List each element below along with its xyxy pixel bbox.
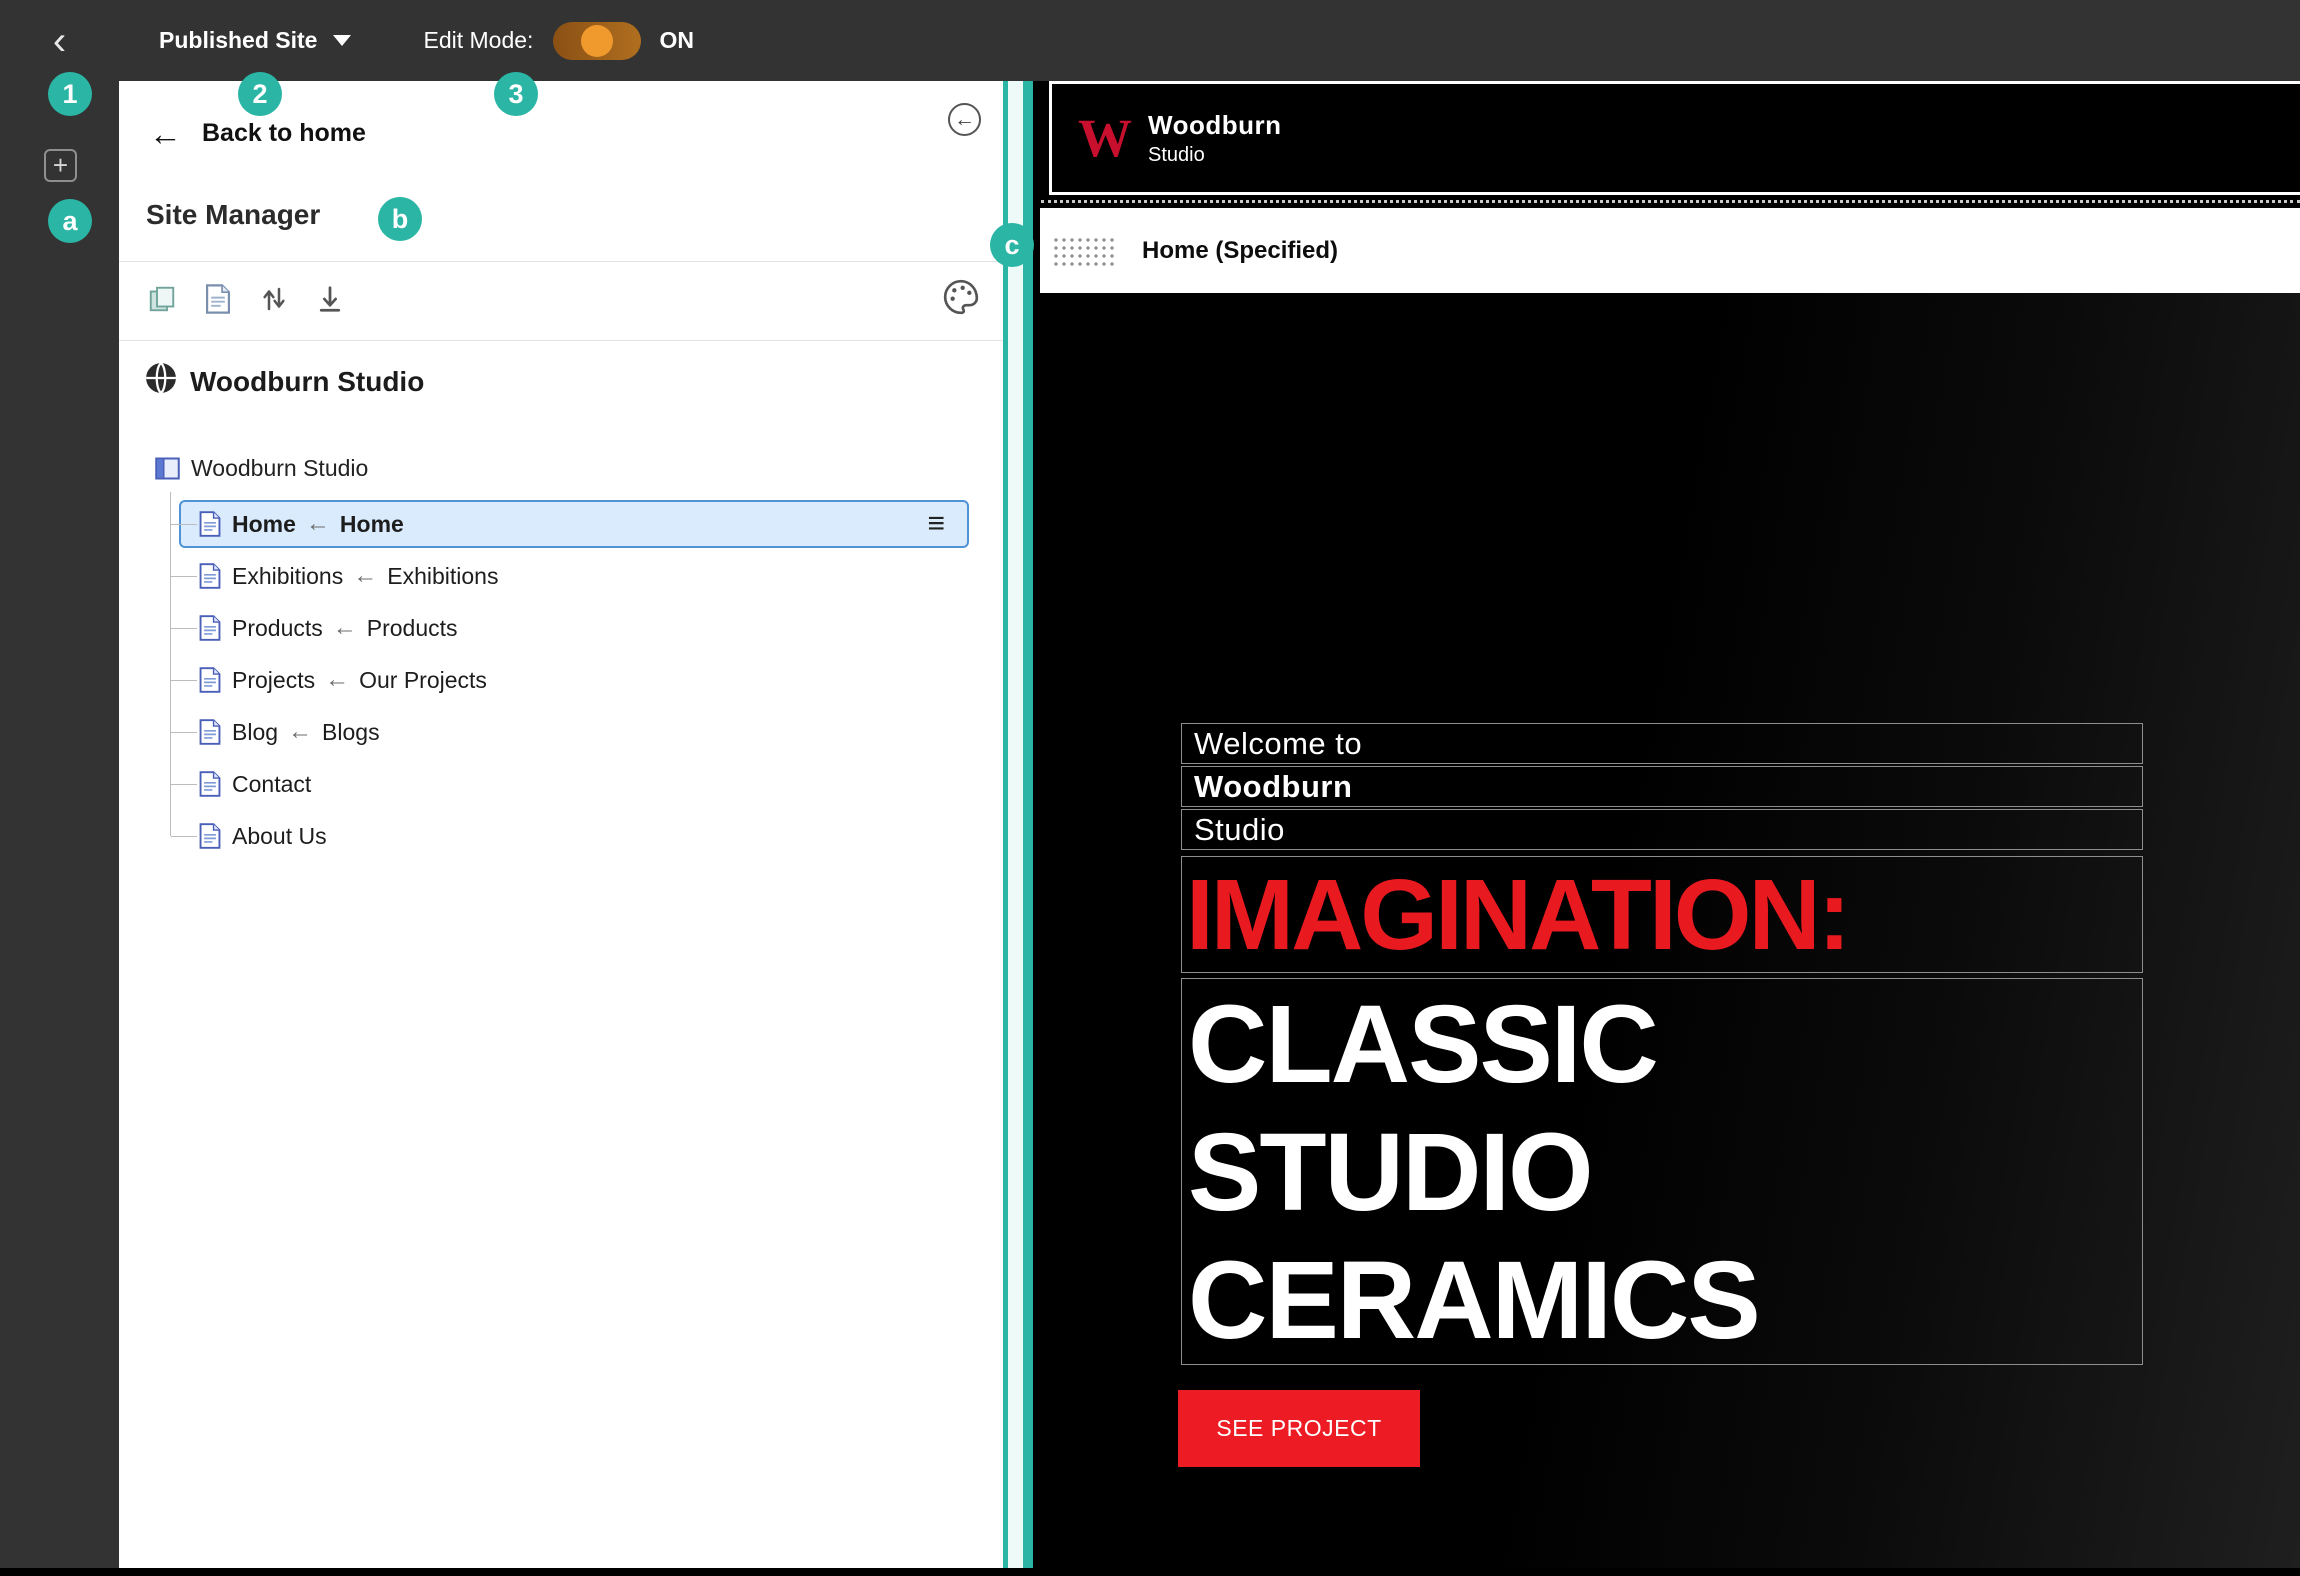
site-logo-sub: Studio <box>1148 143 1205 166</box>
expand-collapse-sort-icon[interactable] <box>257 282 291 316</box>
tree-root[interactable]: Woodburn Studio <box>119 447 1003 489</box>
item-menu-icon[interactable]: ≡ <box>927 509 945 539</box>
globe-icon <box>144 361 178 402</box>
see-project-button[interactable]: SEE PROJECT <box>1178 1390 1420 1467</box>
annotation-badge-2: 2 <box>238 72 282 116</box>
item-label: Products <box>232 614 323 641</box>
page-icon <box>199 719 221 745</box>
left-arrow-icon: ← <box>353 562 378 589</box>
back-to-home-label: Back to home <box>202 119 366 147</box>
theme-palette-icon[interactable] <box>941 277 981 317</box>
item-label: Home <box>232 510 296 537</box>
tree-item-blog[interactable]: Blog ← Blogs <box>119 706 1003 758</box>
item-target: Our Projects <box>359 666 487 693</box>
panel-splitter[interactable] <box>1003 81 1033 1568</box>
site-logo-name: Woodburn <box>1148 109 1282 140</box>
page-tree: Woodburn Studio Home ← Home ≡ Exhibition… <box>119 447 1003 862</box>
page-icon <box>199 563 221 589</box>
divider <box>119 340 1003 341</box>
hero-headline-line3: CERAMICS <box>1188 1239 1761 1362</box>
site-title-row: Woodburn Studio <box>144 361 424 402</box>
tree-item-products[interactable]: Products ← Products <box>119 602 1003 654</box>
item-target: Products <box>366 614 458 641</box>
page-icon <box>199 615 221 641</box>
app-canvas: ‹ Published Site Edit Mode: ON + ← ← Bac… <box>0 0 2300 1576</box>
back-arrow-icon: ← <box>149 115 182 152</box>
hero-headline-line2: STUDIO <box>1188 1111 1594 1234</box>
hero-headline-line1: CLASSIC <box>1188 983 1659 1106</box>
divider <box>119 261 1003 262</box>
tree-item-contact[interactable]: Contact <box>119 758 1003 810</box>
page-icon <box>199 511 221 537</box>
item-target: Blogs <box>322 718 380 745</box>
item-label: Projects <box>232 666 316 693</box>
selected-item-box[interactable]: Home ← Home ≡ <box>179 500 969 548</box>
page-icon <box>199 667 221 693</box>
bottom-edge <box>0 1568 2300 1576</box>
tree-item-exhibitions[interactable]: Exhibitions ← Exhibitions <box>119 550 1003 602</box>
annotation-badge-c: c <box>990 223 1034 267</box>
top-bar: ‹ Published Site Edit Mode: ON <box>0 0 2300 81</box>
hero-text-group: Welcome to Woodburn Studio IMAGINATION: … <box>1181 723 2143 1365</box>
hero-section: Welcome to Woodburn Studio IMAGINATION: … <box>1040 293 2300 1568</box>
hero-intro-line2[interactable]: Woodburn <box>1181 766 2143 807</box>
page-icon <box>199 823 221 849</box>
item-label: Contact <box>232 770 312 797</box>
region-dashed-separator <box>1041 200 2300 203</box>
back-to-home-link[interactable]: ← Back to home <box>149 117 366 150</box>
tree-rows: Home ← Home ≡ Exhibitions ← Exhibitions … <box>119 492 1003 862</box>
site-manager-panel: ← ← Back to home Site Manager Woodburn S… <box>119 81 1003 1568</box>
drag-handle-icon[interactable] <box>1052 235 1116 266</box>
site-root-icon <box>155 457 180 479</box>
edit-mode-state: ON <box>659 27 694 53</box>
region-label: Home (Specified) <box>1142 236 1339 264</box>
add-button[interactable]: + <box>44 149 77 182</box>
caret-down-icon <box>333 35 352 46</box>
item-target: Home <box>339 510 404 537</box>
hero-headline[interactable]: CLASSIC STUDIO CERAMICS <box>1181 978 2143 1365</box>
copy-pages-icon[interactable] <box>145 282 179 316</box>
item-label: Blog <box>232 718 279 745</box>
item-label: Exhibitions <box>232 562 344 589</box>
item-label: About Us <box>232 822 327 849</box>
site-logo: W <box>1078 108 1132 168</box>
published-site-label: Published Site <box>159 27 318 53</box>
toggle-knob-icon <box>581 24 614 57</box>
hero-intro-line3[interactable]: Studio <box>1181 809 2143 850</box>
tree-item-home[interactable]: Home ← Home ≡ <box>119 498 1003 550</box>
annotation-badge-b: b <box>378 197 422 241</box>
left-rail: + <box>0 81 119 1568</box>
site-name: Woodburn Studio <box>190 365 425 397</box>
left-arrow-icon: ← <box>288 718 313 745</box>
tree-item-about-us[interactable]: About Us <box>119 810 1003 862</box>
collapse-panel-icon[interactable]: ← <box>948 103 981 136</box>
collapse-all-icon[interactable] <box>313 282 347 316</box>
preview-site-header: W Woodburn Studio <box>1049 81 2300 195</box>
hero-intro-line1[interactable]: Welcome to <box>1181 723 2143 764</box>
annotation-badge-3: 3 <box>494 72 538 116</box>
left-arrow-icon: ← <box>332 614 357 641</box>
published-site-dropdown[interactable]: Published Site <box>159 27 352 54</box>
tree-root-label: Woodburn Studio <box>191 454 369 481</box>
left-arrow-icon: ← <box>305 510 330 537</box>
region-strip: Home (Specified) <box>1040 208 2300 293</box>
page-icon <box>199 771 221 797</box>
back-chevron-icon[interactable]: ‹ <box>0 21 119 61</box>
edit-mode-toggle[interactable] <box>553 21 642 60</box>
left-arrow-icon: ← <box>325 666 350 693</box>
tree-item-projects[interactable]: Projects ← Our Projects <box>119 654 1003 706</box>
item-target: Exhibitions <box>387 562 499 589</box>
annotation-badge-a: a <box>48 199 92 243</box>
edit-mode-label: Edit Mode: <box>423 27 534 53</box>
new-page-icon[interactable] <box>201 282 235 316</box>
site-logo-text: Woodburn Studio <box>1148 110 1281 167</box>
tree-toolbar <box>145 279 347 319</box>
page-title: Site Manager <box>146 199 321 230</box>
annotation-badge-1: 1 <box>48 72 92 116</box>
hero-headline-accent[interactable]: IMAGINATION: <box>1181 856 2143 973</box>
site-preview: W Woodburn Studio Home (Specified) Welco… <box>1033 81 2300 1568</box>
